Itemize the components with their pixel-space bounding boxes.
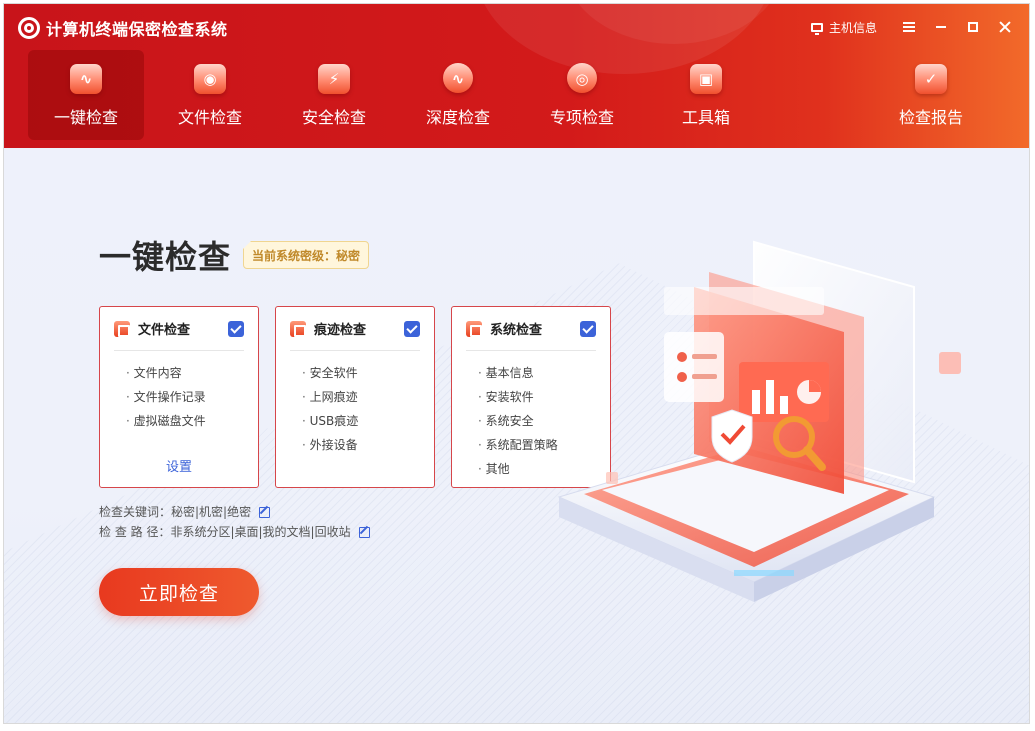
nav-item-security-check[interactable]: ⚡ 安全检查 — [276, 50, 392, 140]
monitor-icon — [810, 22, 823, 35]
nav-label: 文件检查 — [177, 108, 242, 127]
check-config-info: 检查关键词：秘密|机密|绝密 检 查 路 径：非系统分区|桌面|我的文档|回收站 — [99, 502, 370, 542]
list-item: USB痕迹 — [302, 409, 434, 433]
app-title: 计算机终端保密检查系统 — [46, 20, 228, 39]
list-item: 上网痕迹 — [302, 385, 434, 409]
file-check-icon: ◉ — [192, 60, 228, 96]
one-click-check-icon: ∿ — [68, 60, 104, 96]
maximize-button[interactable] — [957, 18, 989, 36]
checkbox-checked-icon[interactable] — [404, 320, 420, 337]
nav-label: 工具箱 — [681, 108, 730, 127]
card-file-check: 文件检查 文件内容 文件操作记录 虚拟磁盘文件 设置 — [99, 306, 259, 488]
nav-item-special-check[interactable]: ◎ 专项检查 — [524, 50, 640, 140]
check-report-icon: ✓ — [913, 60, 949, 96]
special-check-icon: ◎ — [564, 60, 600, 96]
checkbox-checked-icon[interactable] — [228, 320, 244, 337]
minimize-icon — [936, 26, 946, 28]
nav-label: 检查报告 — [898, 108, 963, 127]
nav-label: 专项检查 — [549, 108, 614, 127]
close-icon — [999, 21, 1011, 33]
settings-link[interactable]: 设置 — [100, 456, 258, 475]
card-title: 痕迹检查 — [314, 323, 367, 338]
start-check-button[interactable]: 立即检查 — [99, 568, 259, 616]
security-check-icon: ⚡ — [316, 60, 352, 96]
nav-label: 深度检查 — [425, 108, 490, 127]
trace-icon — [290, 320, 306, 337]
nav-item-check-report[interactable]: ✓ 检查报告 — [873, 50, 989, 140]
list-item: 文件操作记录 — [126, 385, 258, 409]
nav-label: 一键检查 — [53, 108, 118, 127]
window-controls: 主机信息 — [810, 18, 1021, 36]
nav-item-deep-check[interactable]: ∿ 深度检查 — [400, 50, 516, 140]
keywords-label: 检查关键词：秘密|机密|绝密 — [99, 505, 252, 519]
system-icon — [466, 320, 482, 337]
nav-label: 安全检查 — [301, 108, 366, 127]
host-info-label: 主机信息 — [828, 20, 877, 35]
list-item: 文件内容 — [126, 361, 258, 385]
deep-check-icon: ∿ — [440, 60, 476, 96]
menu-icon — [903, 22, 915, 32]
app-window: 计算机终端保密检查系统 主机信息 ∿ 一键检查 ◉ 文件检查 ⚡ 安全检查 ∿ … — [3, 3, 1030, 724]
path-label: 检 查 路 径：非系统分区|桌面|我的文档|回收站 — [99, 525, 351, 539]
nav-item-file-check[interactable]: ◉ 文件检查 — [152, 50, 268, 140]
page-title-row: 一键检查 当前系统密级：秘密 — [99, 232, 370, 278]
card-trace-check: 痕迹检查 安全软件 上网痕迹 USB痕迹 外接设备 — [275, 306, 435, 488]
edit-keywords-icon[interactable] — [259, 506, 271, 518]
list-item: 安全软件 — [302, 361, 434, 385]
logo-icon — [18, 17, 40, 39]
main-content: 一键检查 当前系统密级：秘密 文件检查 文件内容 文件操作记录 虚拟磁盘文件 设… — [4, 148, 1029, 723]
security-scan-illustration — [557, 240, 961, 602]
nav-item-toolbox[interactable]: ▣ 工具箱 — [648, 50, 764, 140]
page-title: 一键检查 — [99, 238, 232, 276]
list-item: 虚拟磁盘文件 — [126, 409, 258, 433]
minimize-button[interactable] — [925, 18, 957, 36]
menu-button[interactable] — [893, 18, 925, 36]
app-logo: 计算机终端保密检查系统 — [18, 16, 228, 40]
toolbox-icon: ▣ — [688, 60, 724, 96]
security-level-badge: 当前系统密级：秘密 — [243, 241, 370, 269]
file-icon — [114, 320, 130, 337]
maximize-icon — [968, 22, 978, 32]
nav-item-one-click-check[interactable]: ∿ 一键检查 — [28, 50, 144, 140]
list-item: 外接设备 — [302, 433, 434, 457]
header-bar: 计算机终端保密检查系统 主机信息 ∿ 一键检查 ◉ 文件检查 ⚡ 安全检查 ∿ … — [4, 4, 1029, 148]
host-info-button[interactable]: 主机信息 — [810, 19, 877, 36]
close-button[interactable] — [989, 18, 1021, 36]
card-title: 文件检查 — [138, 323, 191, 338]
main-nav: ∿ 一键检查 ◉ 文件检查 ⚡ 安全检查 ∿ 深度检查 ◎ 专项检查 ▣ 工具箱 — [28, 50, 772, 140]
edit-path-icon[interactable] — [358, 526, 370, 538]
